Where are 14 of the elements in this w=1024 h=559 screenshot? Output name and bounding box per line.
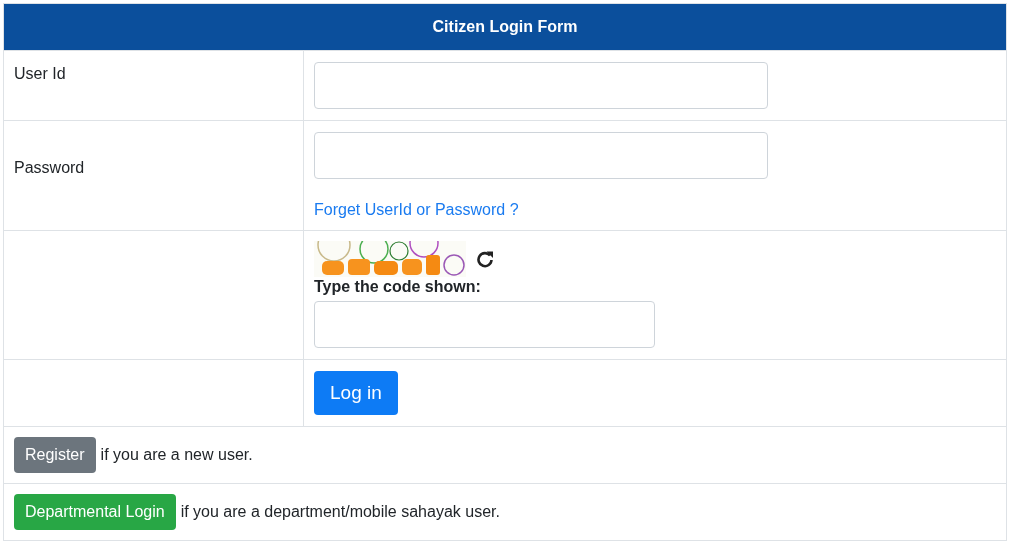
departmental-login-button[interactable]: Departmental Login [14, 494, 176, 530]
login-button[interactable]: Log in [314, 371, 398, 415]
register-button[interactable]: Register [14, 437, 96, 473]
captcha-field[interactable] [314, 301, 655, 348]
field-label: User Id [14, 65, 66, 83]
hint-text: if you are a new user. [100, 446, 253, 464]
refresh-icon[interactable] [476, 250, 494, 268]
user-id-field[interactable] [314, 62, 768, 109]
hint-text: if you are a department/mobile sahayak user. [180, 503, 500, 521]
form-title: Citizen Login Form [4, 4, 1006, 50]
captcha-prompt: Type the code shown: [314, 278, 481, 296]
field-label: Password [14, 158, 85, 177]
password-field[interactable] [314, 132, 768, 179]
forgot-password-link[interactable]: Forget UserId or Password ? [314, 201, 519, 219]
